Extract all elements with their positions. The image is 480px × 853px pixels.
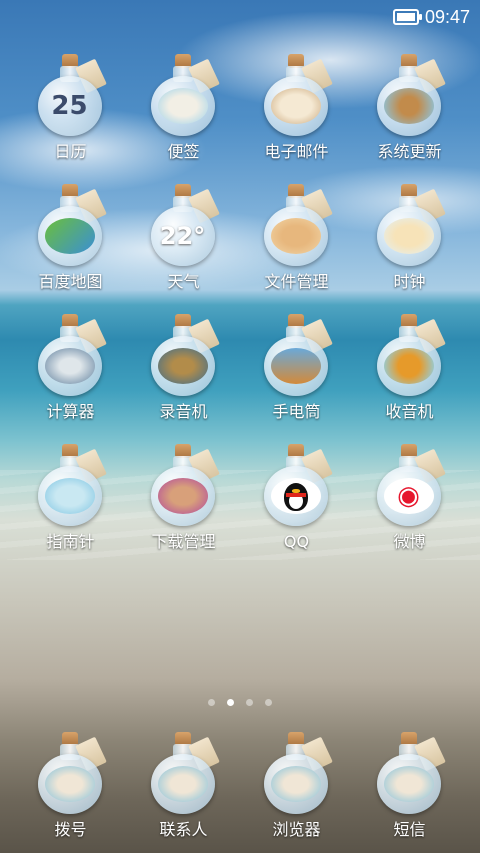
app-weibo[interactable]: ◉ 微博 <box>353 440 466 552</box>
app-label: 拨号 <box>54 820 87 839</box>
shells-bottle-icon <box>262 180 333 266</box>
nautilus-bottle-icon <box>149 440 220 526</box>
app-label: 百度地图 <box>38 272 103 291</box>
app-label: 计算器 <box>46 402 95 421</box>
icon-badge-text: 22° <box>159 222 206 250</box>
app-label: 短信 <box>393 820 426 839</box>
app-label: 浏览器 <box>272 820 321 839</box>
status-clock: 09:47 <box>424 6 470 27</box>
calendar-bottle-icon: 25 <box>36 50 107 136</box>
weather-bottle-icon: 22° <box>149 180 220 266</box>
dock-dialer[interactable]: 拨号 <box>14 728 127 840</box>
app-label: 指南针 <box>46 532 95 551</box>
shell-bottle-icon <box>375 728 446 814</box>
cone-shell-bottle-icon <box>36 310 107 396</box>
app-grid: 25 日历 便签 电子邮件 系统更新百度地图 22° 天气 文件管理 时钟计算器 录音机 手电筒 收音… <box>0 50 480 552</box>
app-qq[interactable]: QQ <box>240 440 353 552</box>
app-weather[interactable]: 22° 天气 <box>127 180 240 292</box>
weibo-icon: ◉ <box>375 440 446 526</box>
dock-browser[interactable]: 浏览器 <box>240 728 353 840</box>
starfish-bottle-icon <box>375 50 446 136</box>
app-label: 电子邮件 <box>264 142 329 161</box>
jellyfish-bottle-icon <box>36 440 107 526</box>
app-label: 系统更新 <box>377 142 442 161</box>
app-label: 录音机 <box>159 402 208 421</box>
spotted-shell-bottle-icon <box>149 310 220 396</box>
app-system-update[interactable]: 系统更新 <box>353 50 466 162</box>
qq-penguin-icon <box>262 440 333 528</box>
app-label: 收音机 <box>385 402 434 421</box>
map-bottle-icon <box>36 180 107 266</box>
app-label: 天气 <box>167 272 200 291</box>
page-dot[interactable] <box>265 699 272 706</box>
app-download-manager[interactable]: 下载管理 <box>127 440 240 552</box>
shell-bottle-icon <box>262 728 333 814</box>
app-file-manager[interactable]: 文件管理 <box>240 180 353 292</box>
app-clock[interactable]: 时钟 <box>353 180 466 292</box>
conch-bottle-icon <box>262 310 333 396</box>
page-indicator[interactable] <box>0 699 480 706</box>
paper-boat-bottle-icon <box>149 50 220 136</box>
app-label: QQ <box>283 532 310 551</box>
app-compass[interactable]: 指南针 <box>14 440 127 552</box>
dock-contacts[interactable]: 联系人 <box>127 728 240 840</box>
battery-icon <box>392 9 422 25</box>
app-label: 便签 <box>167 142 200 161</box>
shell-bottle-icon <box>149 728 220 814</box>
app-label: 手电筒 <box>272 402 321 421</box>
icon-badge-text: 25 <box>51 91 88 121</box>
app-email[interactable]: 电子邮件 <box>240 50 353 162</box>
dock-sms[interactable]: 短信 <box>353 728 466 840</box>
seashell-bottle-icon <box>262 50 333 136</box>
starfish-bottle-icon <box>375 310 446 396</box>
app-radio[interactable]: 收音机 <box>353 310 466 422</box>
page-dot[interactable] <box>208 699 215 706</box>
app-calendar[interactable]: 25 日历 <box>14 50 127 162</box>
app-recorder[interactable]: 录音机 <box>127 310 240 422</box>
app-notes[interactable]: 便签 <box>127 50 240 162</box>
app-label: 文件管理 <box>264 272 329 291</box>
page-dot[interactable] <box>246 699 253 706</box>
app-label: 日历 <box>54 142 87 161</box>
app-label: 联系人 <box>159 820 208 839</box>
app-flashlight[interactable]: 手电筒 <box>240 310 353 422</box>
app-label: 时钟 <box>393 272 426 291</box>
app-calculator[interactable]: 计算器 <box>14 310 127 422</box>
starfish-bottle-icon <box>375 180 446 266</box>
app-label: 微博 <box>393 532 426 551</box>
page-dot[interactable] <box>227 699 234 706</box>
dock: 拨号 联系人 浏览器 短信 <box>0 728 480 840</box>
app-label: 下载管理 <box>151 532 216 551</box>
status-bar: 09:47 <box>0 0 480 34</box>
shell-bottle-icon <box>36 728 107 814</box>
app-baidu-map[interactable]: 百度地图 <box>14 180 127 292</box>
